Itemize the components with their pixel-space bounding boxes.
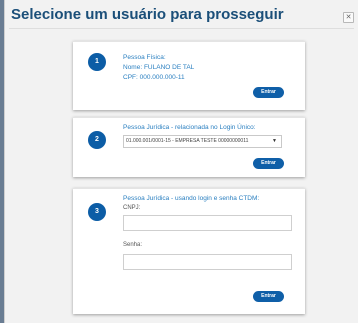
card-heading: Pessoa Física:: [123, 54, 166, 61]
company-select-value: 01.000.001/0001-15 - EMPRESA TESTE 00000…: [126, 138, 249, 144]
step-number-badge: 2: [88, 131, 106, 149]
user-cpf-text: CPF: 000.000.000-11: [123, 74, 185, 81]
senha-label: Senha:: [123, 242, 143, 248]
card-pessoa-juridica-ctdm: 3 Pessoa Jurídica - usando login e senha…: [73, 188, 305, 314]
close-button[interactable]: ✕: [343, 12, 354, 23]
user-name-text: Nome: FULANO DE TAL: [123, 64, 195, 71]
modal-title: Selecione um usuário para prosseguir: [11, 6, 284, 23]
senha-input[interactable]: [123, 254, 292, 270]
company-select[interactable]: 01.000.001/0001-15 - EMPRESA TESTE 00000…: [123, 135, 282, 148]
step-number-badge: 1: [88, 53, 106, 71]
close-icon: ✕: [345, 14, 352, 21]
user-selection-modal: Selecione um usuário para prosseguir ✕ 1…: [4, 0, 358, 323]
enter-button-pessoa-fisica[interactable]: Entrar: [253, 87, 284, 98]
cnpj-input[interactable]: [123, 215, 292, 231]
enter-button-login-unico[interactable]: Entrar: [253, 158, 284, 169]
card-pessoa-juridica-login-unico: 2 Pessoa Jurídica - relacionada no Login…: [73, 117, 305, 177]
chevron-down-icon: ▼: [272, 138, 277, 144]
title-divider: [9, 28, 354, 29]
card-heading: Pessoa Jurídica - relacionada no Login Ú…: [123, 124, 256, 131]
enter-button-ctdm[interactable]: Entrar: [253, 291, 284, 302]
step-number-badge: 3: [88, 203, 106, 221]
card-pessoa-fisica: 1 Pessoa Física: Nome: FULANO DE TAL CPF…: [73, 41, 305, 110]
card-heading: Pessoa Jurídica - usando login e senha C…: [123, 195, 260, 202]
cnpj-label: CNPJ:: [123, 205, 141, 211]
